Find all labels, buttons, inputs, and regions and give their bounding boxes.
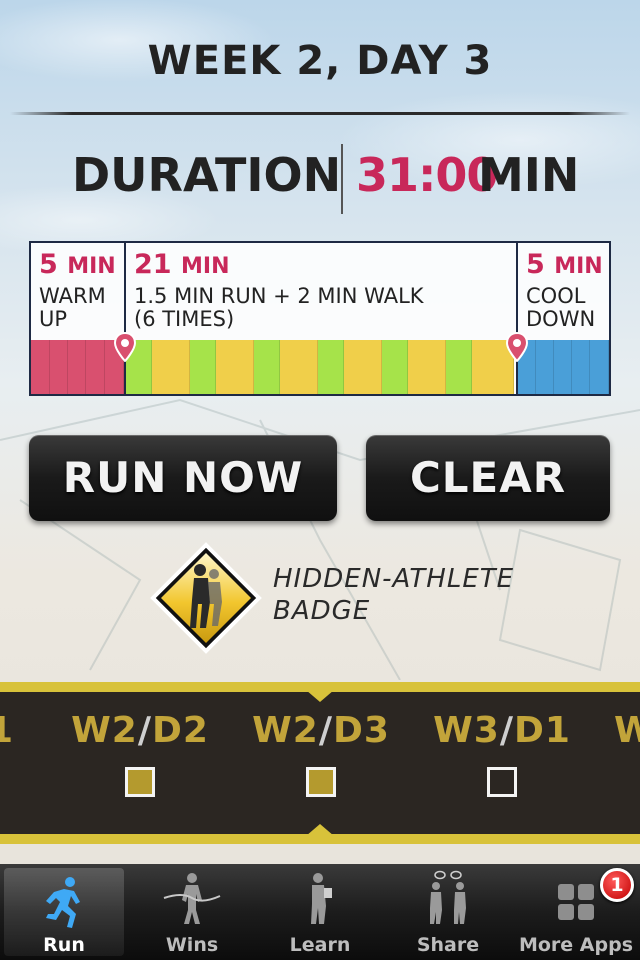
duration-divider (341, 144, 343, 214)
map-pin-icon (114, 332, 136, 362)
cooldown-description: COOL DOWN (526, 285, 595, 331)
reader-icon (311, 873, 332, 924)
badge-label-line1: HIDDEN-ATHLETE (273, 564, 515, 594)
day-checkbox[interactable] (125, 767, 155, 797)
day-label: W3/D1 (433, 710, 571, 751)
main-line2: (6 TIMES) (134, 307, 235, 331)
day-label: W (614, 710, 640, 751)
cooldown-segment: 5 MIN COOL DOWN (518, 243, 609, 394)
cooldown-duration: 5 MIN (526, 249, 603, 280)
runner-icon (46, 877, 80, 928)
tab-run[interactable]: Run (4, 868, 124, 956)
day-text: D3 (332, 710, 390, 751)
day-item-w3d1[interactable]: W3/D1 (417, 710, 587, 797)
day-label: W2/D3 (252, 710, 390, 751)
tab-wins[interactable]: Wins (128, 864, 256, 960)
road-stripe-bottom (0, 834, 640, 844)
badge-label: HIDDEN-ATHLETE BADGE (273, 563, 514, 627)
warmup-description: WARM UP (39, 285, 106, 331)
warmup-unit: MIN (67, 254, 116, 279)
tab-bar: Run Wins Learn Share 1 More Apps (0, 864, 640, 960)
warmup-segment: 5 MIN WARM UP (31, 243, 126, 394)
map-pin-icon (506, 332, 528, 362)
main-amount: 21 (134, 249, 172, 280)
duration-unit: MIN (478, 148, 580, 202)
tab-more-apps[interactable]: 1 More Apps (512, 864, 640, 960)
day-label-partial: 1 (0, 710, 14, 751)
cooldown-strip (518, 340, 609, 394)
clear-button[interactable]: CLEAR (366, 435, 610, 521)
hidden-athlete-badge-icon[interactable] (150, 542, 262, 654)
apps-grid-icon (558, 884, 594, 920)
cooldown-amount: 5 (526, 249, 545, 280)
day-checkbox[interactable] (487, 767, 517, 797)
notification-badge: 1 (600, 868, 634, 902)
week-text: W (614, 710, 640, 751)
day-item-next[interactable]: W (614, 710, 640, 751)
day-item-w2d3[interactable]: W2/D3 (236, 710, 406, 797)
intervals-strip (126, 340, 516, 394)
run-now-button[interactable]: RUN NOW (29, 435, 337, 521)
main-segment: 21 MIN 1.5 MIN RUN + 2 MIN WALK (6 TIMES… (126, 243, 518, 394)
duration-label: DURATION (72, 148, 342, 202)
week-text: W3 (433, 710, 500, 751)
warmup-line1: WARM (39, 284, 106, 308)
cooldown-line1: COOL (526, 284, 586, 308)
workout-plan: 5 MIN WARM UP 21 MIN 1.5 MIN RUN + 2 MIN… (29, 241, 611, 396)
tab-run-label: Run (43, 934, 85, 956)
selection-marker-top (306, 690, 334, 702)
warmup-amount: 5 (39, 249, 58, 280)
tab-share-label: Share (416, 934, 480, 956)
day-selector[interactable]: 1 W2/D2 W2/D3 W3/D1 W (0, 682, 640, 844)
main-line1: 1.5 MIN RUN + 2 MIN WALK (134, 284, 424, 308)
day-item-w2d1[interactable]: 1 (0, 710, 30, 751)
day-text: D2 (151, 710, 209, 751)
day-item-w2d2[interactable]: W2/D2 (55, 710, 225, 797)
duration-value: 31:00 (356, 148, 498, 202)
day-text: D1 (513, 710, 571, 751)
tab-wins-label: Wins (165, 934, 219, 956)
week-text: W2 (71, 710, 138, 751)
cooldown-unit: MIN (554, 254, 603, 279)
main-unit: MIN (180, 254, 230, 279)
week-text: W2 (252, 710, 319, 751)
warmup-duration: 5 MIN (39, 249, 116, 280)
warmup-line2: UP (39, 307, 68, 331)
map-background (0, 398, 640, 680)
day-label: W2/D2 (71, 710, 209, 751)
tab-learn-label: Learn (289, 934, 351, 956)
main-description: 1.5 MIN RUN + 2 MIN WALK (6 TIMES) (134, 285, 424, 331)
tab-learn[interactable]: Learn (256, 864, 384, 960)
day-label: 1 (0, 710, 30, 751)
tab-more-apps-label: More Apps (518, 934, 634, 956)
badge-label-line2: BADGE (273, 596, 371, 626)
warmup-strip (31, 340, 124, 394)
tab-share[interactable]: Share (384, 864, 512, 960)
finish-line-icon (163, 873, 221, 924)
title-divider (10, 112, 630, 115)
duration-row: DURATION 31:00 MIN (0, 144, 640, 218)
day-checkbox[interactable] (306, 767, 336, 797)
main-duration: 21 MIN (134, 249, 229, 280)
cooldown-line2: DOWN (526, 307, 596, 331)
chat-people-icon (430, 870, 466, 924)
page-title: WEEK 2, DAY 3 (147, 38, 493, 84)
